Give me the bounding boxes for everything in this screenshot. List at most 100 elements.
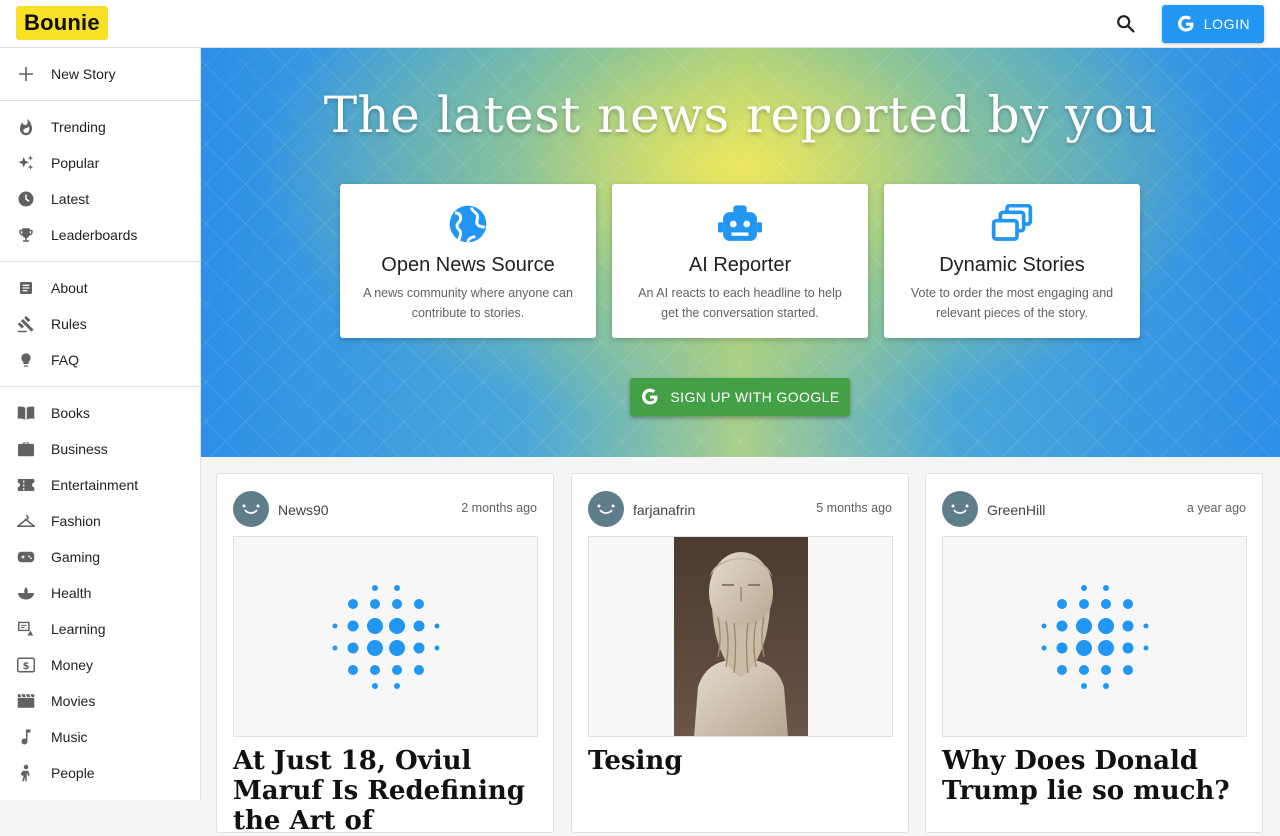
music-icon [16, 727, 36, 747]
login-button[interactable]: LOGIN [1162, 5, 1264, 43]
sidebar-item-leaderboards[interactable]: Leaderboards [0, 217, 200, 253]
sidebar-item-books[interactable]: Books [0, 395, 200, 431]
sidebar-item-label: Money [51, 657, 94, 673]
layers-icon [990, 202, 1034, 246]
sidebar-item-label: Latest [51, 191, 90, 207]
svg-text:$: $ [23, 661, 30, 672]
sidebar-item-fashion[interactable]: Fashion [0, 503, 200, 539]
sidebar-item-label: Trending [51, 119, 106, 135]
logo[interactable]: Bounie [16, 6, 108, 40]
avatar[interactable] [233, 491, 269, 527]
sidebar-item-label: Business [51, 441, 108, 457]
briefcase-icon [16, 439, 36, 459]
sidebar-item-movies[interactable]: Movies [0, 683, 200, 719]
ticket-icon [16, 475, 36, 495]
sparkle-icon [16, 153, 36, 173]
sidebar-item-label: Fashion [51, 513, 101, 529]
sidebar-item-label: Music [51, 729, 88, 745]
sidebar-item-popular[interactable]: Popular [0, 145, 200, 181]
sidebar-item-label: Rules [51, 316, 87, 332]
sidebar-item-label: Gaming [51, 549, 101, 565]
signup-label: SIGN UP WITH GOOGLE [670, 389, 840, 405]
sidebar-item-label: Popular [51, 155, 100, 171]
hanger-icon [16, 511, 36, 531]
feature-title: AI Reporter [688, 254, 792, 276]
sidebar-item-faq[interactable]: FAQ [0, 342, 200, 378]
article-icon [16, 278, 36, 298]
sidebar-item-money[interactable]: $ Money [0, 647, 200, 683]
fire-icon [16, 117, 36, 137]
sidebar-item-new-story[interactable]: New Story [0, 56, 200, 92]
story-title[interactable]: Why Does Donald Trump lie so much? [942, 746, 1252, 806]
feature-description: An AI reacts to each headline to help ge… [638, 286, 842, 320]
sidebar-item-label: Health [51, 585, 92, 601]
sidebar-item-label: About [51, 280, 88, 296]
sidebar-item-label: Leaderboards [51, 227, 138, 243]
story-card[interactable]: News90 2 months ago At Just 18, Oviul Ma… [216, 473, 554, 836]
google-icon [640, 387, 660, 407]
avatar[interactable] [942, 491, 978, 527]
money-icon: $ [16, 655, 36, 675]
search-icon[interactable] [1110, 8, 1142, 40]
divider [0, 100, 200, 101]
sidebar-item-learning[interactable]: Learning [0, 611, 200, 647]
plus-icon [16, 64, 36, 84]
google-icon [1176, 14, 1196, 34]
sidebar-item-label: People [51, 765, 95, 781]
sidebar-item-business[interactable]: Business [0, 431, 200, 467]
sidebar-item-label: New Story [51, 66, 116, 82]
movie-icon [16, 691, 36, 711]
book-icon [16, 403, 36, 423]
story-author[interactable]: GreenHill [987, 502, 1045, 518]
feature-card-open-news-source: Open News Source A news community where … [340, 184, 596, 338]
learning-icon [16, 619, 36, 639]
hero-title: The latest news reported by you [323, 86, 1158, 144]
trophy-icon [16, 225, 36, 245]
globe-icon [446, 202, 490, 246]
gamepad-icon [16, 547, 36, 567]
story-time: 2 months ago [461, 501, 537, 515]
app-bar: Bounie LOGIN [0, 0, 1280, 48]
feature-card-ai-reporter: AI Reporter An AI reacts to each headlin… [612, 184, 868, 338]
sidebar-item-label: Movies [51, 693, 96, 709]
sidebar-item-latest[interactable]: Latest [0, 181, 200, 217]
sidebar-item-label: Books [51, 405, 90, 421]
hero-banner: The latest news reported by you Open New… [201, 48, 1280, 457]
clock-icon [16, 189, 36, 209]
sidebar: New Story Trending Popular Latest Leader… [0, 48, 201, 800]
story-title[interactable]: At Just 18, Oviul Maruf Is Redefining th… [233, 746, 543, 836]
sidebar-item-music[interactable]: Music [0, 719, 200, 755]
sidebar-item-health[interactable]: Health [0, 575, 200, 611]
dots-placeholder-icon [942, 536, 1247, 737]
avatar[interactable] [588, 491, 624, 527]
gavel-icon [16, 314, 36, 334]
sidebar-item-label: Entertainment [51, 477, 139, 493]
sidebar-item-trending[interactable]: Trending [0, 109, 200, 145]
story-card[interactable]: farjanafrin 5 months ago Tesing [571, 473, 909, 833]
story-title[interactable]: Tesing [588, 746, 898, 776]
bust-photo [588, 536, 893, 737]
signup-google-button[interactable]: SIGN UP WITH GOOGLE [630, 378, 850, 416]
feature-title: Dynamic Stories [939, 254, 1085, 276]
feature-description: A news community where anyone can contri… [363, 286, 573, 320]
lightbulb-icon [16, 350, 36, 370]
story-time: 5 months ago [816, 501, 892, 515]
person-icon [16, 763, 36, 783]
sidebar-item-label: FAQ [51, 352, 80, 368]
divider [0, 386, 200, 387]
sidebar-item-rules[interactable]: Rules [0, 306, 200, 342]
dots-placeholder-icon [233, 536, 538, 737]
story-card[interactable]: GreenHill a year ago Why Does Donald Tru… [925, 473, 1263, 833]
robot-icon [718, 202, 762, 246]
sidebar-item-gaming[interactable]: Gaming [0, 539, 200, 575]
feature-card-dynamic-stories: Dynamic Stories Vote to order the most e… [884, 184, 1140, 338]
sidebar-item-people[interactable]: People [0, 755, 200, 791]
sidebar-item-entertainment[interactable]: Entertainment [0, 467, 200, 503]
story-time: a year ago [1186, 501, 1246, 515]
story-author[interactable]: farjanafrin [633, 502, 695, 518]
sidebar-item-about[interactable]: About [0, 270, 200, 306]
divider [0, 261, 200, 262]
health-icon [16, 583, 36, 603]
login-label: LOGIN [1203, 16, 1251, 32]
story-author[interactable]: News90 [278, 502, 329, 518]
